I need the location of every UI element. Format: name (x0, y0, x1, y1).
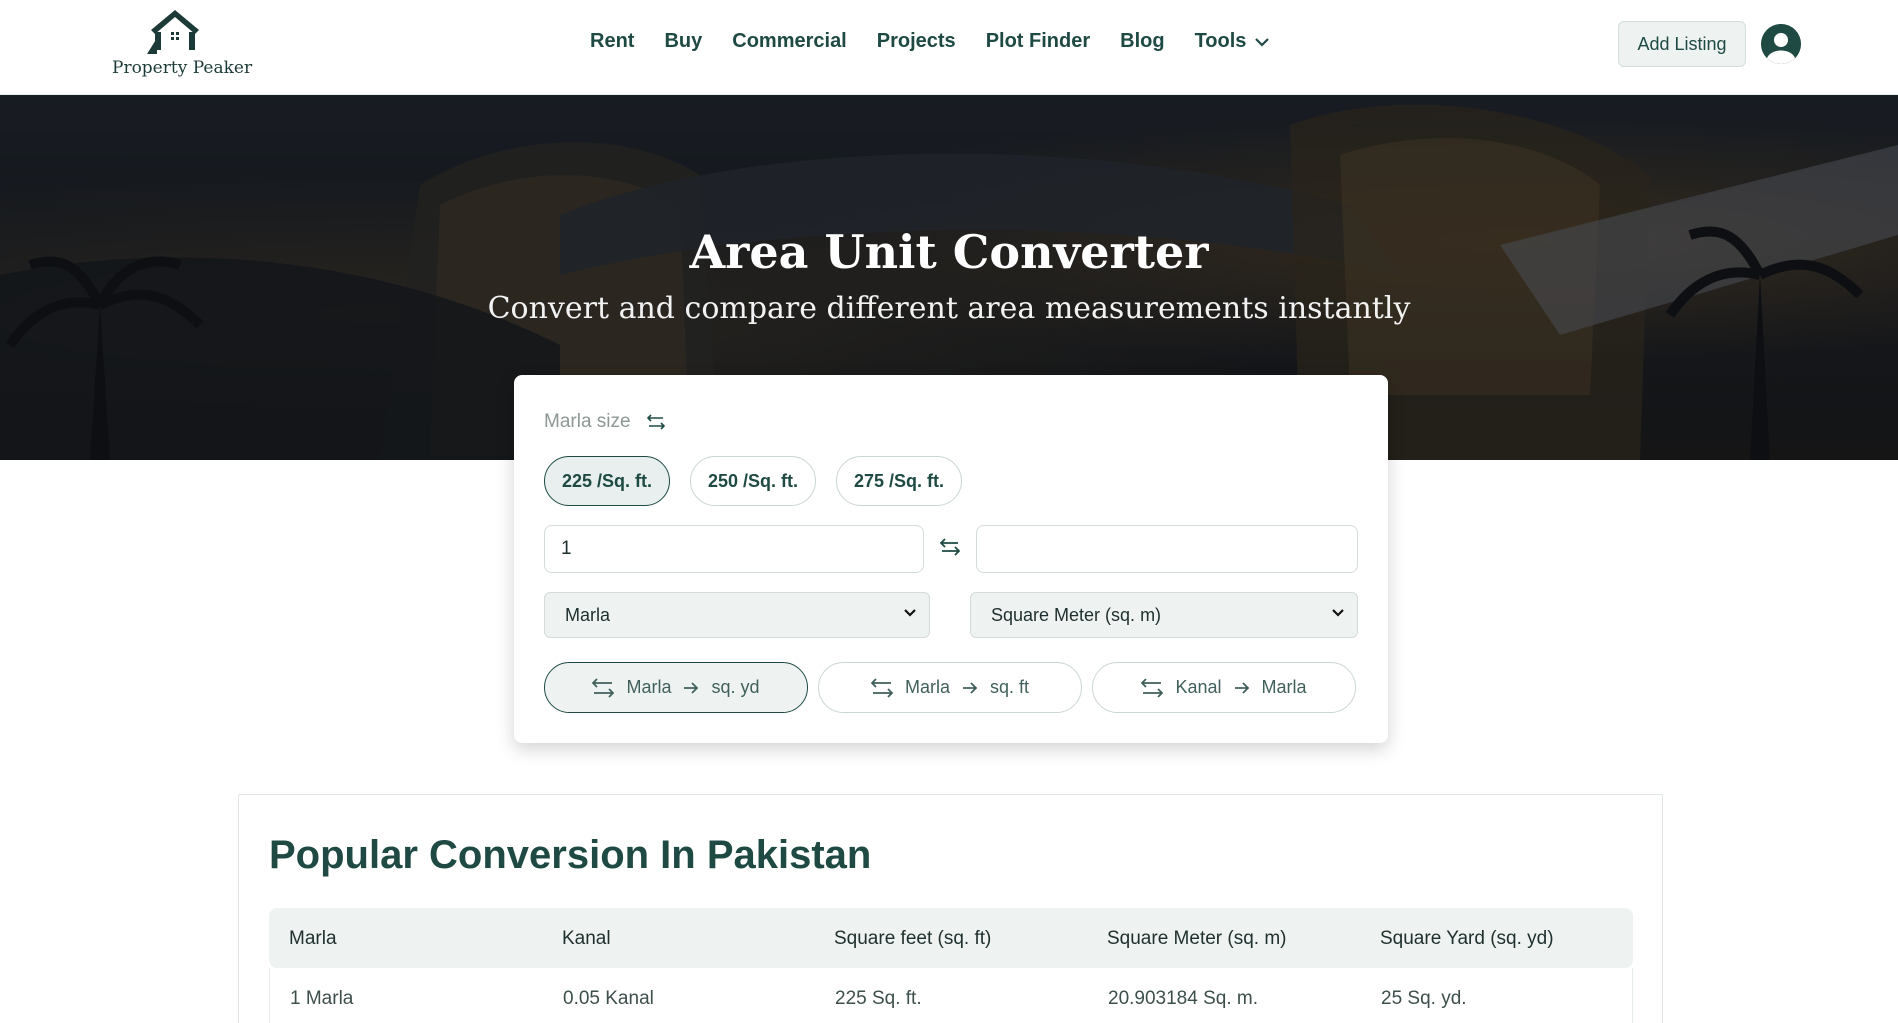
from-value-input[interactable]: 1 (544, 525, 924, 573)
nav-projects-label: Projects (876, 30, 956, 52)
house-logo-icon (146, 10, 199, 54)
nav-plot-finder-label: Plot Finder (985, 30, 1091, 52)
user-avatar-icon[interactable] (1761, 24, 1801, 64)
arrow-right-icon (963, 681, 978, 694)
nav-blog[interactable]: Blog (1120, 30, 1164, 53)
select-arrow-icon (1332, 609, 1344, 617)
to-unit-value: Square Meter (sq. m) (991, 604, 1162, 625)
main-nav: Rent Buy Commercial Projects Plot Finder… (590, 30, 1300, 53)
column-header: Square Meter (sq. m) (1107, 928, 1287, 949)
nav-rent[interactable]: Rent (590, 30, 634, 53)
chevron-down-icon (1255, 37, 1270, 47)
nav-plot-finder[interactable]: Plot Finder (986, 30, 1090, 53)
nav-tools-label: Tools (1194, 30, 1247, 52)
quick-to-label: Marla (1261, 677, 1307, 697)
quick-from-label: Marla (626, 677, 672, 697)
table-cell: 20.903184 Sq. m. (1108, 988, 1258, 1009)
marla-size-text: Marla size (544, 411, 631, 432)
nav-tools[interactable]: Tools (1195, 30, 1271, 53)
quick-marla-to-sqft-button[interactable]: Marla sq. ft (818, 662, 1082, 713)
page-subtitle: Convert and compare different area measu… (487, 291, 1411, 326)
swap-values-icon[interactable] (940, 538, 960, 556)
column-header: Square feet (sq. ft) (834, 928, 992, 949)
nav-commercial-label: Commercial (732, 30, 847, 52)
nav-projects[interactable]: Projects (877, 30, 956, 53)
table-cell: 0.05 Kanal (563, 988, 654, 1009)
swap-icon (870, 677, 893, 698)
section-title: Popular Conversion In Pakistan (269, 833, 872, 877)
to-unit-select[interactable]: Square Meter (sq. m) (970, 592, 1358, 638)
from-unit-value: Marla (565, 604, 611, 625)
swap-icon (592, 677, 615, 698)
nav-buy[interactable]: Buy (664, 30, 702, 53)
column-header: Kanal (562, 928, 611, 949)
arrow-right-icon (684, 681, 699, 694)
table-row: 1 Marla 0.05 Kanal 225 Sq. ft. 20.903184… (269, 968, 1633, 1023)
arrow-right-icon (1234, 681, 1249, 694)
user-silhouette-icon (1761, 24, 1801, 64)
select-arrow-icon (904, 609, 916, 617)
quick-to-label: sq. yd (711, 677, 760, 697)
column-header: Square Yard (sq. yd) (1380, 928, 1554, 949)
quick-to-label: sq. ft (990, 677, 1030, 697)
table-cell: 1 Marla (290, 988, 354, 1009)
brand-name: Property Peaker (112, 58, 253, 78)
table-cell: 225 Sq. ft. (835, 988, 922, 1009)
table-cell: 25 Sq. yd. (1381, 988, 1467, 1009)
popular-conversion-section: Popular Conversion In Pakistan Marla Kan… (238, 794, 1663, 1023)
logo[interactable]: Property Peaker (112, 8, 253, 84)
add-listing-button[interactable]: Add Listing (1618, 21, 1746, 67)
marla-option-225[interactable]: 225 /Sq. ft. (544, 456, 670, 506)
page-title: Area Unit Converter (689, 225, 1209, 279)
nav-rent-label: Rent (590, 30, 635, 52)
column-header: Marla (289, 928, 337, 949)
swap-icon[interactable] (646, 414, 665, 430)
to-value-input[interactable] (976, 525, 1358, 573)
quick-from-label: Kanal (1175, 677, 1222, 697)
swap-icon (1141, 677, 1164, 698)
quick-kanal-to-marla-button[interactable]: Kanal Marla (1092, 662, 1356, 713)
marla-size-label: Marla size (544, 411, 665, 433)
marla-option-275[interactable]: 275 /Sq. ft. (836, 456, 962, 506)
quick-from-label: Marla (904, 677, 950, 697)
quick-marla-to-sqyd-button[interactable]: Marla sq. yd (544, 662, 808, 713)
site-header: Property Peaker Rent Buy Commercial Proj… (0, 0, 1898, 95)
from-unit-select[interactable]: Marla (544, 592, 930, 638)
marla-option-250[interactable]: 250 /Sq. ft. (690, 456, 816, 506)
nav-buy-label: Buy (664, 30, 703, 52)
table-header: Marla Kanal Square feet (sq. ft) Square … (269, 908, 1633, 968)
nav-commercial[interactable]: Commercial (732, 30, 847, 53)
converter-card: Marla size 225 /Sq. ft. 250 /Sq. ft. 275… (514, 375, 1388, 743)
nav-blog-label: Blog (1120, 30, 1165, 52)
